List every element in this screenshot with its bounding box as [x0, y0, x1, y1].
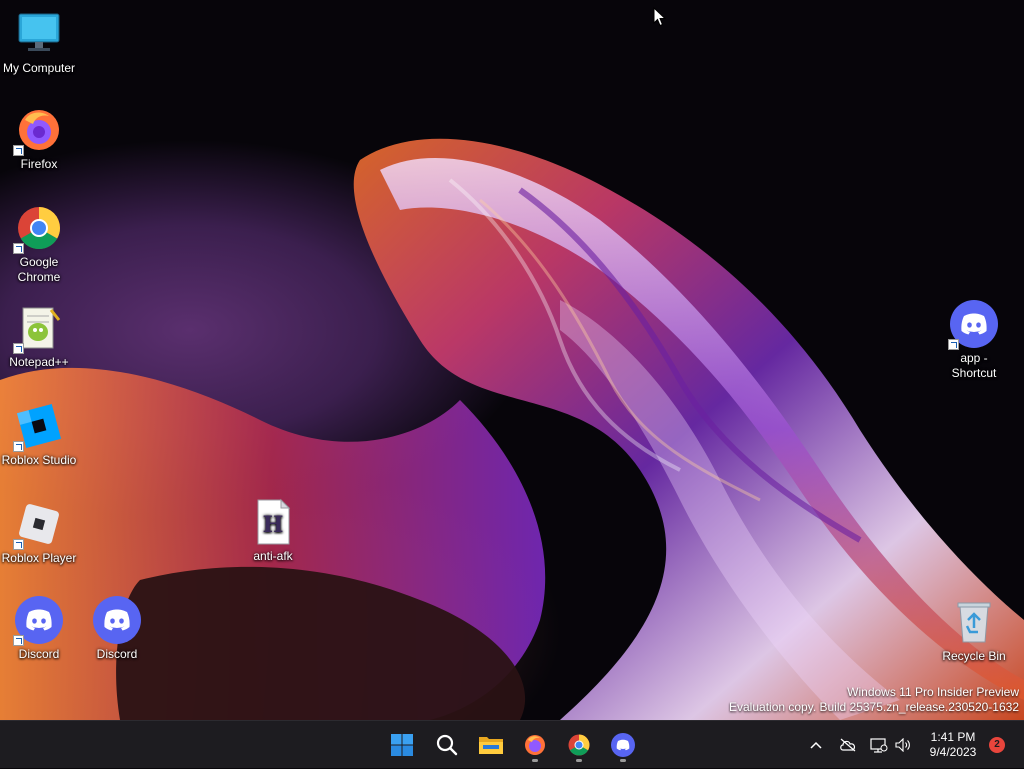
shortcut-arrow-icon [13, 635, 24, 646]
clock-date: 9/4/2023 [929, 745, 977, 759]
speaker-icon [895, 738, 910, 752]
taskbar: 1:41 PM 9/4/2023 2 [0, 720, 1024, 768]
file-explorer-button[interactable] [473, 727, 509, 763]
desktop-icon-app-shortcut[interactable]: app - Shortcut [935, 300, 1013, 381]
notification-button[interactable]: 2 [987, 721, 1007, 769]
desktop-icon-recycle-bin[interactable]: Recycle Bin [935, 598, 1013, 664]
file-explorer-icon [479, 737, 503, 754]
notification-badge: 2 [989, 737, 1005, 753]
watermark-line-1: Windows 11 Pro Insider Preview [847, 685, 1019, 699]
windows-watermark: Windows 11 Pro Insider Preview Evaluatio… [729, 685, 1019, 715]
svg-text:H: H [263, 512, 284, 538]
desktop-icon-label: Discord [18, 647, 60, 661]
desktop-icon-label: Discord [96, 647, 138, 661]
chrome-icon [13, 204, 63, 254]
notepadpp-icon [13, 304, 63, 354]
desktop-icon-my-computer[interactable]: My Computer [0, 10, 78, 76]
desktop-icon-label: app - Shortcut [951, 351, 997, 380]
search-button[interactable] [429, 727, 465, 763]
shortcut-arrow-icon [13, 343, 24, 354]
chrome-icon [568, 734, 590, 756]
show-hidden-icons-button[interactable] [806, 721, 826, 769]
shortcut-arrow-icon [13, 145, 24, 156]
desktop-icon-google-chrome[interactable]: Google Chrome [0, 204, 78, 285]
desktop-icon-discord-2[interactable]: Discord [78, 596, 156, 662]
shortcut-arrow-icon [13, 441, 24, 452]
desktop-icon-label: Recycle Bin [942, 649, 1006, 663]
desktop-icon-label: Roblox Player [1, 551, 77, 565]
desktop-icon-label: My Computer [2, 61, 76, 75]
taskbar-discord-button[interactable] [605, 727, 641, 763]
onedrive-button[interactable] [836, 721, 860, 769]
desktop-icon-label: Google Chrome [17, 255, 61, 284]
taskbar-chrome-button[interactable] [561, 727, 597, 763]
firefox-icon [13, 106, 63, 156]
discord-icon [13, 596, 63, 646]
recycle-bin-icon [950, 598, 998, 646]
desktop-icon-label: Firefox [20, 157, 58, 171]
discord-icon [948, 300, 998, 350]
mouse-cursor-icon [653, 6, 667, 32]
shortcut-arrow-icon [13, 243, 24, 254]
volume-button[interactable] [893, 721, 913, 769]
start-icon [391, 734, 413, 756]
desktop-icon-discord[interactable]: Discord [0, 596, 78, 662]
taskbar-firefox-button[interactable] [517, 727, 553, 763]
cloud-off-icon [840, 738, 856, 752]
running-indicator [576, 759, 582, 762]
discord-icon [93, 596, 141, 644]
clock-button[interactable]: 1:41 PM 9/4/2023 [920, 721, 986, 769]
shortcut-arrow-icon [948, 339, 959, 350]
desktop-icon-anti-afk[interactable]: H anti-afk [234, 498, 312, 564]
desktop-icon-label: anti-afk [253, 549, 293, 563]
shortcut-arrow-icon [13, 539, 24, 550]
search-icon [436, 734, 458, 756]
network-button[interactable] [869, 721, 889, 769]
running-indicator [532, 759, 538, 762]
clock-time: 1:41 PM [930, 730, 976, 744]
roblox-player-icon [13, 500, 63, 550]
firefox-icon [525, 735, 545, 755]
monitor-icon [15, 10, 63, 58]
desktop-icon-roblox-player[interactable]: Roblox Player [0, 500, 78, 566]
start-button[interactable] [384, 727, 420, 763]
desktop-icon-notepadpp[interactable]: Notepad++ [0, 304, 78, 370]
desktop-icon-label: Roblox Studio [1, 453, 77, 467]
watermark-line-2: Evaluation copy. Build 25375.zn_release.… [729, 700, 1019, 714]
desktop-icon-label: Notepad++ [9, 355, 69, 369]
desktop-icon-firefox[interactable]: Firefox [0, 106, 78, 172]
chevron-up-icon [810, 741, 822, 749]
network-icon [870, 738, 888, 753]
desktop-icon-roblox-studio[interactable]: Roblox Studio [0, 402, 78, 468]
script-file-icon: H [249, 498, 297, 546]
roblox-studio-icon [13, 402, 63, 452]
running-indicator [620, 759, 626, 762]
discord-icon [611, 733, 635, 757]
